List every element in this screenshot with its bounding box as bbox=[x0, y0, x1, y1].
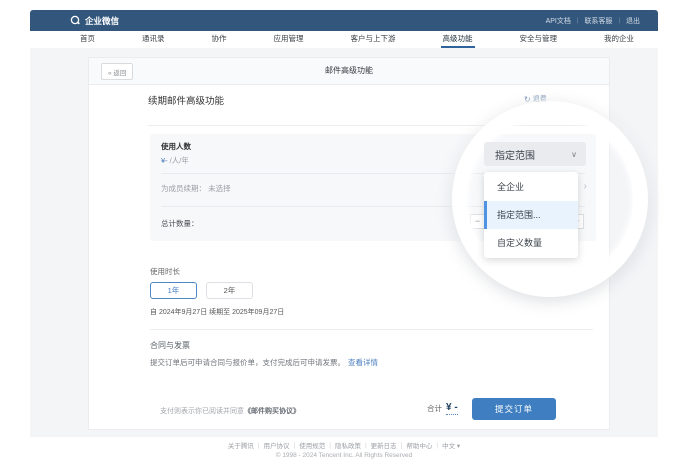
top-bar: 企业微信 API文档 | 联系客服 | 退出 bbox=[30, 10, 658, 31]
footer-link-changelog[interactable]: 更新日志 bbox=[371, 440, 397, 450]
footer-link-user-agreement[interactable]: 用户协议 bbox=[264, 440, 290, 450]
duration-options: 1年 2年 bbox=[150, 282, 253, 299]
card-header: « 返回 邮件高级功能 bbox=[89, 58, 609, 85]
wecom-admin-screen: 企业微信 API文档 | 联系客服 | 退出 首页 通讯录 协作 应用管理 客户… bbox=[0, 0, 688, 470]
order-total: 合计 ¥ - bbox=[427, 402, 458, 415]
page-title: 邮件高级功能 bbox=[89, 58, 609, 84]
chevron-right-icon[interactable]: › bbox=[584, 182, 587, 192]
refund-link[interactable]: ↻ 退费 bbox=[524, 94, 547, 104]
footer-link-privacy[interactable]: 隐私政策 bbox=[335, 440, 361, 450]
footer-link-help-center[interactable]: 帮助中心 bbox=[406, 440, 432, 450]
footer-link-usage-rules[interactable]: 使用规范 bbox=[299, 440, 325, 450]
agreement-text: 支付则表示你已阅读并同意 bbox=[160, 408, 244, 415]
page-footer: 关于腾讯 | 用户协议 | 使用规范 | 隐私政策 | 更新日志 | 帮助中心 … bbox=[0, 440, 688, 459]
separator: | bbox=[577, 18, 579, 24]
payment-agreement: 支付则表示你已阅读并同意《邮件购买协议》 bbox=[160, 406, 300, 416]
tab-security-management[interactable]: 安全与管理 bbox=[518, 31, 560, 48]
language-selector[interactable]: 中文 ▾ bbox=[442, 440, 460, 450]
separator: | bbox=[365, 442, 367, 449]
tab-customers[interactable]: 客户与上下游 bbox=[349, 31, 398, 48]
tab-my-enterprise[interactable]: 我的企业 bbox=[602, 31, 636, 48]
tab-advanced-features[interactable]: 高级功能 bbox=[441, 31, 475, 48]
total-label: 合计 bbox=[427, 403, 442, 414]
invoice-section-heading: 合同与发票 bbox=[150, 340, 190, 351]
people-count-label: 使用人数 bbox=[161, 141, 191, 152]
separator: | bbox=[401, 442, 403, 449]
logout-link[interactable]: 退出 bbox=[626, 16, 640, 26]
purchase-agreement-link[interactable]: 《邮件购买协议》 bbox=[244, 408, 300, 415]
brand-name: 企业微信 bbox=[85, 15, 119, 27]
renew-period-note: 自 2024年9月27日 续期至 2025年09月27日 bbox=[150, 307, 284, 317]
contact-support-link[interactable]: 联系客服 bbox=[584, 16, 612, 26]
stepper-minus-button[interactable]: − bbox=[470, 214, 485, 229]
language-label: 中文 bbox=[442, 443, 455, 450]
footer-links: 关于腾讯 | 用户协议 | 使用规范 | 隐私政策 | 更新日志 | 帮助中心 … bbox=[0, 440, 688, 450]
refund-link-label: 退费 bbox=[533, 94, 547, 104]
price-unit: /人/年 bbox=[170, 156, 189, 165]
scope-select-value: 指定范围 bbox=[495, 147, 535, 162]
renew-section-heading: 续期邮件高级功能 bbox=[148, 93, 224, 107]
renew-members-row[interactable]: 为成员续期： 未选择 bbox=[161, 183, 231, 194]
tab-contacts[interactable]: 通讯录 bbox=[140, 31, 167, 48]
unit-price: ¥-/人/年 bbox=[161, 155, 189, 166]
tab-collaboration[interactable]: 协作 bbox=[210, 31, 229, 48]
wecom-logo-icon bbox=[70, 15, 81, 26]
footer-link-about[interactable]: 关于腾讯 bbox=[228, 440, 254, 450]
duration-1year-button[interactable]: 1年 bbox=[150, 282, 197, 299]
separator: | bbox=[329, 442, 331, 449]
view-details-link[interactable]: 查看详情 bbox=[348, 358, 378, 367]
caret-down-icon: ▾ bbox=[457, 443, 460, 450]
chevron-down-icon: ∨ bbox=[571, 150, 577, 159]
tab-app-management[interactable]: 应用管理 bbox=[272, 31, 306, 48]
tab-home[interactable]: 首页 bbox=[78, 31, 97, 48]
separator: | bbox=[618, 18, 620, 24]
menu-item-custom-quantity[interactable]: 自定义数量 bbox=[484, 229, 578, 257]
invoice-note: 提交订单后可申请合同与报价单，支付完成后可申请发票。查看详情 bbox=[150, 357, 378, 368]
renew-members-label: 为成员续期： bbox=[161, 184, 206, 193]
top-links: API文档 | 联系客服 | 退出 bbox=[546, 16, 640, 26]
duration-label: 使用时长 bbox=[150, 266, 180, 277]
separator: | bbox=[258, 442, 260, 449]
menu-item-whole-company[interactable]: 全企业 bbox=[484, 173, 578, 201]
total-value: ¥ - bbox=[446, 402, 458, 415]
total-quantity-label: 总计数量： bbox=[161, 218, 199, 229]
divider bbox=[148, 125, 593, 126]
scope-dropdown-menu: 全企业 指定范围... 自定义数量 bbox=[484, 172, 578, 258]
price-amount: ¥- bbox=[161, 156, 168, 165]
main-nav: 首页 通讯录 协作 应用管理 客户与上下游 高级功能 安全与管理 我的企业 bbox=[30, 31, 658, 48]
api-docs-link[interactable]: API文档 bbox=[546, 16, 571, 26]
copyright: © 1998 - 2024 Tencent Inc. All Rights Re… bbox=[0, 452, 688, 459]
invoice-note-text: 提交订单后可申请合同与报价单，支付完成后可申请发票。 bbox=[150, 358, 345, 367]
renew-members-value: 未选择 bbox=[208, 184, 231, 193]
refresh-icon: ↻ bbox=[524, 95, 531, 104]
submit-order-button[interactable]: 提交订单 bbox=[472, 398, 556, 420]
scope-select[interactable]: 指定范围 ∨ bbox=[484, 142, 586, 166]
divider bbox=[150, 329, 593, 330]
duration-2year-button[interactable]: 2年 bbox=[206, 282, 253, 299]
menu-item-specified-scope[interactable]: 指定范围... bbox=[484, 201, 578, 229]
brand: 企业微信 bbox=[70, 15, 119, 27]
separator: | bbox=[436, 442, 438, 449]
separator: | bbox=[294, 442, 296, 449]
